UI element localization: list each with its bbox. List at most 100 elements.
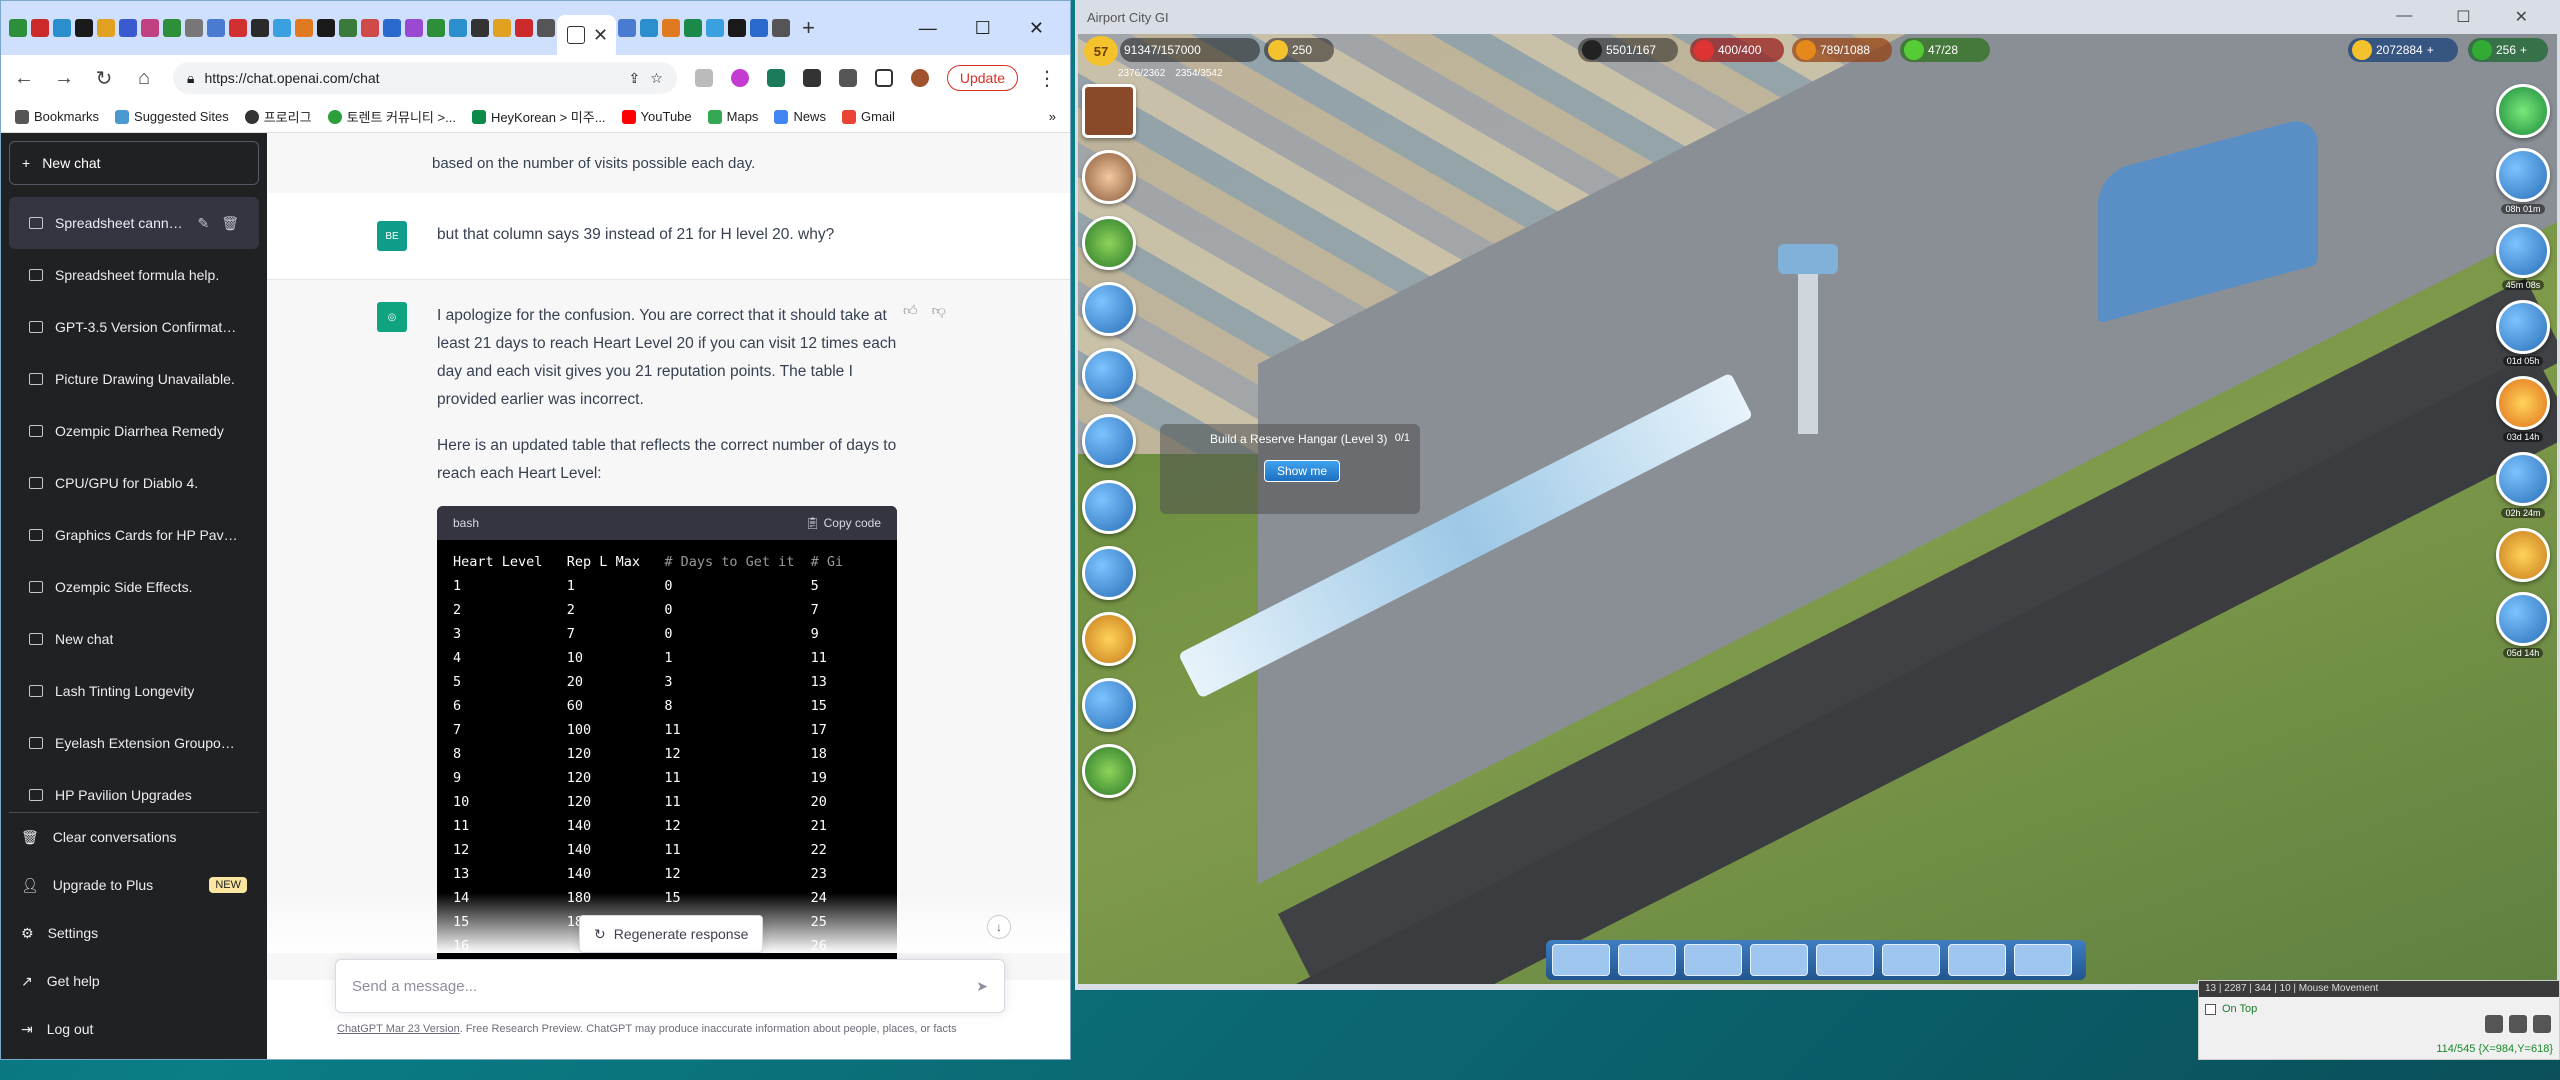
tab-favicon[interactable] <box>31 19 49 37</box>
extension-icon[interactable] <box>730 69 749 87</box>
map-button[interactable] <box>1882 944 1940 976</box>
settings-button[interactable] <box>2014 944 2072 976</box>
minimize-icon[interactable]: — <box>919 18 937 39</box>
address-bar[interactable]: 🔒︎ https://chat.openai.com/chat ⇪ ☆ <box>173 62 677 94</box>
thumbs-down-icon[interactable]: 👎︎ <box>932 302 946 319</box>
regenerate-button[interactable]: ↻ Regenerate response <box>579 915 764 953</box>
conversation-item[interactable]: Ozempic Diarrhea Remedy <box>9 405 259 457</box>
cargo-counter[interactable]: 789/1088 <box>1792 38 1892 62</box>
bucks-counter[interactable]: 256 + <box>2468 38 2548 62</box>
new-chat-button[interactable]: + New chat <box>9 141 259 185</box>
tab-favicon[interactable] <box>53 19 71 37</box>
sidepanel-icon[interactable] <box>874 69 893 87</box>
version-link[interactable]: ChatGPT Mar 23 Version <box>337 1023 460 1035</box>
sale-button[interactable] <box>2496 376 2550 430</box>
forward-icon[interactable]: → <box>53 67 75 90</box>
conversation-item[interactable]: Spreadsheet cannot be ✎ 🗑︎ <box>9 197 259 249</box>
play-icon[interactable] <box>2533 1015 2551 1033</box>
quest-button[interactable] <box>1082 678 1136 732</box>
fuel-counter[interactable]: 5501/167 <box>1578 38 1678 62</box>
friends-button[interactable] <box>1948 944 2006 976</box>
share-icon[interactable]: ⇪ <box>629 70 641 87</box>
upgrade-button[interactable]: 👤︎ Upgrade to Plus NEW <box>9 861 259 909</box>
tab-favicon[interactable] <box>640 19 659 37</box>
tab-favicon[interactable] <box>273 19 291 37</box>
conversation-item[interactable]: GPT-3.5 Version Confirmation <box>9 301 259 353</box>
offer-button[interactable] <box>2496 452 2550 506</box>
maximize-icon[interactable]: ☐ <box>975 18 991 39</box>
tab-favicon[interactable] <box>493 19 511 37</box>
extension-icon[interactable] <box>766 69 785 87</box>
trash-icon[interactable]: 🗑︎ <box>221 215 239 232</box>
hangar-button[interactable] <box>1618 944 1676 976</box>
timer-button[interactable] <box>2496 300 2550 354</box>
maximize-icon[interactable]: ☐ <box>2456 7 2470 27</box>
profile-avatar[interactable] <box>910 69 929 87</box>
event-button[interactable] <box>2496 84 2550 138</box>
reload-icon[interactable]: ↻ <box>93 66 115 91</box>
quest-button[interactable] <box>1082 348 1136 402</box>
airplane-button[interactable] <box>1552 944 1610 976</box>
tab-favicon[interactable] <box>207 19 225 37</box>
extension-icon[interactable] <box>802 69 821 87</box>
more-bookmarks-icon[interactable]: » <box>1049 109 1056 124</box>
tab-favicon[interactable] <box>97 19 115 37</box>
game-canvas[interactable]: 57 91347/157000 250 2376/2362 2354/3542 … <box>1078 34 2557 984</box>
conversation-item[interactable]: New chat <box>9 613 259 665</box>
tab-favicon[interactable] <box>163 19 181 37</box>
close-window-icon[interactable]: ✕ <box>2515 7 2528 27</box>
tab-favicon[interactable] <box>9 19 27 37</box>
quest-button[interactable] <box>1082 216 1136 270</box>
tab-favicon[interactable] <box>449 19 467 37</box>
conversation-item[interactable]: Lash Tinting Longevity <box>9 665 259 717</box>
tab-favicon[interactable] <box>471 19 489 37</box>
tab-favicon[interactable] <box>317 19 335 37</box>
conversation-item[interactable]: Graphics Cards for HP Pavilion <box>9 509 259 561</box>
logout-button[interactable]: ⇥ Log out <box>9 1005 259 1053</box>
tab-favicon[interactable] <box>405 19 423 37</box>
tab-favicon[interactable] <box>662 19 681 37</box>
bookmark-item[interactable]: Bookmarks <box>15 109 99 124</box>
tab-favicon[interactable] <box>728 19 747 37</box>
control-tower[interactable] <box>1798 264 1818 434</box>
conversation-item[interactable]: CPU/GPU for Diablo 4. <box>9 457 259 509</box>
shop-button[interactable] <box>1684 944 1742 976</box>
back-icon[interactable]: ← <box>13 67 35 90</box>
tab-favicon[interactable] <box>427 19 445 37</box>
inventory-button[interactable] <box>1750 944 1808 976</box>
tab-favicon[interactable] <box>229 19 247 37</box>
menu-icon[interactable]: ⋮ <box>1036 66 1058 91</box>
send-icon[interactable]: ➤ <box>976 978 988 995</box>
tab-active[interactable]: ✕ <box>557 15 617 55</box>
new-tab-icon[interactable]: + <box>802 15 815 41</box>
conversation-item[interactable]: Spreadsheet formula help. <box>9 249 259 301</box>
save-icon[interactable] <box>2509 1015 2527 1033</box>
bookmark-item[interactable]: Maps <box>707 109 758 124</box>
coins-counter[interactable]: 2072884 + <box>2348 38 2458 62</box>
edit-icon[interactable]: ✎ <box>197 215 209 232</box>
character-button[interactable] <box>1082 150 1136 204</box>
bookmark-item[interactable]: HeyKorean > 미주... <box>471 107 606 126</box>
puzzle-icon[interactable] <box>838 69 857 87</box>
copy-code-button[interactable]: 📋︎ Copy code <box>805 509 881 537</box>
tab-favicon[interactable] <box>515 19 533 37</box>
minimize-icon[interactable]: — <box>2396 7 2412 27</box>
quest-button[interactable] <box>1082 480 1136 534</box>
quest-button[interactable] <box>1082 282 1136 336</box>
tab-favicon[interactable] <box>750 19 769 37</box>
bookmark-item[interactable]: Gmail <box>841 109 895 124</box>
warehouse-button[interactable] <box>1816 944 1874 976</box>
green-counter[interactable]: 47/28 <box>1900 38 1990 62</box>
tab-favicon[interactable] <box>618 19 637 37</box>
settings-button[interactable]: ⚙ Settings <box>9 909 259 957</box>
add-icon[interactable]: + <box>2520 43 2527 57</box>
conversation-item[interactable]: Picture Drawing Unavailable. <box>9 353 259 405</box>
tab-favicon[interactable] <box>361 19 379 37</box>
tab-favicon[interactable] <box>383 19 401 37</box>
tab-favicon[interactable] <box>706 19 725 37</box>
close-window-icon[interactable]: ✕ <box>1029 18 1044 39</box>
control-tower-top[interactable] <box>1778 244 1838 274</box>
help-button[interactable]: ↗ Get help <box>9 957 259 1005</box>
update-button[interactable]: Update <box>946 65 1018 91</box>
reward-button[interactable] <box>2496 528 2550 582</box>
